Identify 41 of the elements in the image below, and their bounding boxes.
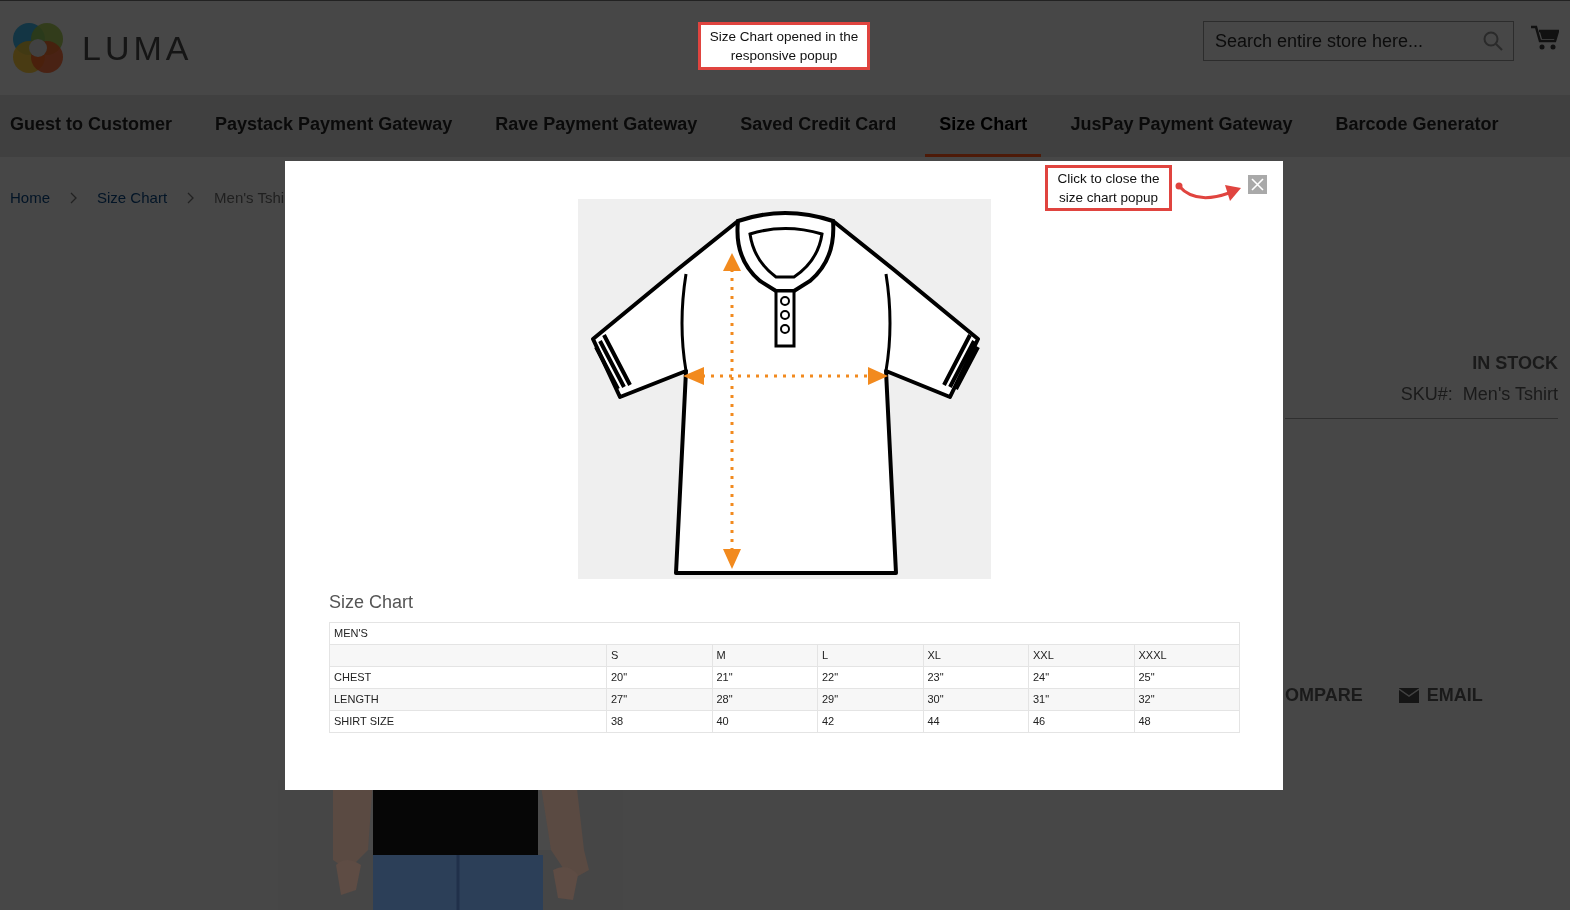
envelope-icon [1398, 688, 1419, 703]
table-cell: 42 [817, 710, 923, 733]
popup-title: Size Chart [329, 591, 415, 614]
table-cell: XXL [1028, 644, 1134, 667]
logo-icon [10, 20, 66, 76]
table-cell: L [817, 644, 923, 667]
table-cell: 23" [923, 666, 1029, 689]
table-cell: CHEST [329, 666, 607, 689]
table-cell: 27" [606, 688, 712, 711]
table-cell: XL [923, 644, 1029, 667]
table-cell: 31" [1028, 688, 1134, 711]
table-cell: 46 [1028, 710, 1134, 733]
table-cell: 30" [923, 688, 1029, 711]
table-cell: SHIRT SIZE [329, 710, 607, 733]
callout-note: Size Chart opened in the responsive popup [698, 22, 870, 70]
table-cell: 21" [712, 666, 818, 689]
table-cell: XXXL [1134, 644, 1240, 667]
nav-tab[interactable]: Size Chart [925, 95, 1042, 157]
table-cell: MEN'S [329, 622, 1240, 645]
table-cell: 20" [606, 666, 712, 689]
table-cell: LENGTH [329, 688, 607, 711]
breadcrumb-link[interactable]: Size Chart [97, 186, 168, 210]
table-cell: 25" [1134, 666, 1240, 689]
table-cell: M [712, 644, 818, 667]
search-icon[interactable] [1483, 31, 1503, 51]
cart-icon[interactable] [1531, 25, 1559, 51]
table-cell: 28" [712, 688, 818, 711]
table-cell: 48 [1134, 710, 1240, 733]
table-cell: 38 [606, 710, 712, 733]
chevron-icon [187, 192, 195, 204]
callout-note: Click to close the size chart popup [1045, 165, 1172, 211]
table-cell: 40 [712, 710, 818, 733]
breadcrumb-link[interactable]: Home [10, 186, 50, 210]
table-cell: 22" [817, 666, 923, 689]
table-cell: 29" [817, 688, 923, 711]
table-cell: S [606, 644, 712, 667]
chevron-icon [70, 192, 77, 204]
table-cell: 44 [923, 710, 1029, 733]
table-cell: 24" [1028, 666, 1134, 689]
search-field[interactable]: Search entire store here... [1203, 21, 1514, 61]
table-cell: 32" [1134, 688, 1240, 711]
